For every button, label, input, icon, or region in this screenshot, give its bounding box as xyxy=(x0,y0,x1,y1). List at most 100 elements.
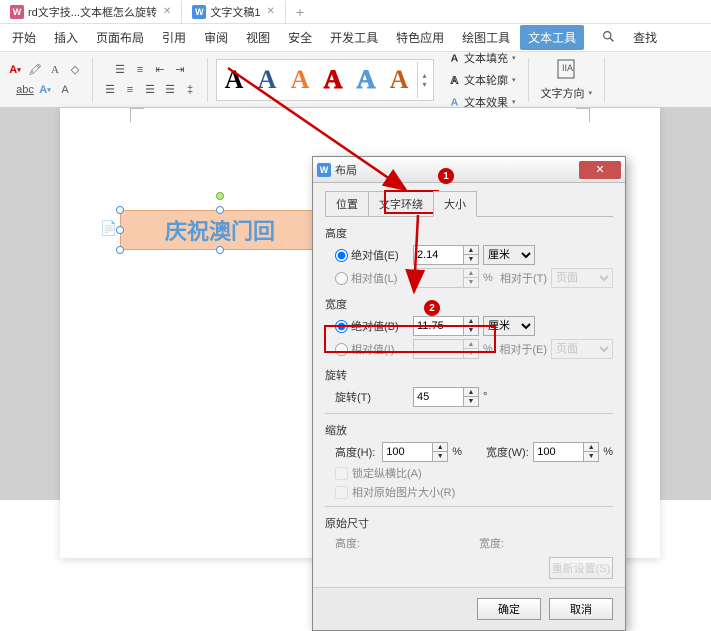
rel-orig-checkbox xyxy=(335,486,348,499)
text-fill-btn[interactable]: A文本填充 xyxy=(444,48,520,68)
close-button[interactable]: ✕ xyxy=(579,161,621,179)
ribbon: A▾ 🖍 A ◇ abc A▾ A ☰ ≡ ⇤ ⇥ ☰ ≡ ☰ ☰ ‡ A A … xyxy=(0,52,711,108)
menu-draw[interactable]: 绘图工具 xyxy=(454,25,518,50)
wordart-style-4[interactable]: A xyxy=(318,62,348,98)
height-spinner[interactable]: ▲▼ xyxy=(413,245,479,265)
width-unit-select[interactable]: 厘米 xyxy=(483,316,535,336)
add-tab-button[interactable]: + xyxy=(286,4,314,20)
svg-text:A: A xyxy=(451,52,459,64)
font-btn[interactable]: A xyxy=(46,61,64,79)
doc-icon: W xyxy=(192,5,206,19)
line-spacing-btn[interactable]: ‡ xyxy=(181,81,199,99)
align-justify-btn[interactable]: ☰ xyxy=(161,81,179,99)
abs-width-radio[interactable]: 绝对值(B) xyxy=(335,318,409,334)
menu-layout[interactable]: 页面布局 xyxy=(88,25,152,50)
close-icon[interactable]: ✕ xyxy=(163,6,171,17)
rel-to-select: 页面 xyxy=(551,268,613,288)
underline-btn[interactable]: abc xyxy=(16,81,34,99)
orig-w-label: 宽度: xyxy=(479,535,504,551)
rel-to-label: 相对于(E) xyxy=(499,341,547,357)
scale-group-label: 缩放 xyxy=(325,422,613,438)
wordart-style-6[interactable]: A xyxy=(384,62,414,98)
svg-text:A: A xyxy=(451,96,459,108)
number-btn[interactable]: ≡ xyxy=(131,61,149,79)
lock-ratio-label: 锁定纵横比(A) xyxy=(352,465,422,481)
menu-review[interactable]: 审阅 xyxy=(196,25,236,50)
reset-button: 重新设置(S) xyxy=(549,557,613,579)
font-color-btn[interactable]: A▾ xyxy=(6,61,24,79)
highlight-btn[interactable]: 🖍 xyxy=(26,61,44,79)
wordart-style-5[interactable]: A xyxy=(351,62,381,98)
menu-text-tools[interactable]: 文本工具 xyxy=(520,25,584,50)
document-tabs: W rd文字技...文本框怎么旋转 ✕ W 文字文稿1 ✕ + xyxy=(0,0,711,24)
menu-special[interactable]: 特色应用 xyxy=(388,25,452,50)
menu-view[interactable]: 视图 xyxy=(238,25,278,50)
doc-tab-2[interactable]: W 文字文稿1 ✕ xyxy=(182,1,286,23)
anchor-icon: 📄 xyxy=(100,220,117,237)
highlight2-btn[interactable]: A▾ xyxy=(36,81,54,99)
scale-w-spinner[interactable]: ▲▼ xyxy=(533,442,599,462)
height-group-label: 高度 xyxy=(325,225,613,241)
resize-handle[interactable] xyxy=(116,226,124,234)
align-center-btn[interactable]: ≡ xyxy=(121,81,139,99)
wordart-style-2[interactable]: A xyxy=(252,62,282,98)
cancel-button[interactable]: 取消 xyxy=(549,598,613,620)
wordart-style-1[interactable]: A xyxy=(219,62,249,98)
resize-handle[interactable] xyxy=(216,246,224,254)
scale-h-spinner[interactable]: ▲▼ xyxy=(382,442,448,462)
search-icon[interactable] xyxy=(594,26,623,50)
resize-handle[interactable] xyxy=(216,206,224,214)
svg-text:IIA: IIA xyxy=(562,63,573,73)
rotate-handle[interactable] xyxy=(216,192,224,200)
rel-width-radio[interactable]: 相对值(I) xyxy=(335,341,409,357)
close-icon[interactable]: ✕ xyxy=(266,6,274,17)
rel-orig-label: 相对原始图片大小(R) xyxy=(352,484,455,500)
indent-inc-btn[interactable]: ⇥ xyxy=(171,61,189,79)
wordart-gallery[interactable]: A A A A A A ▴▾ xyxy=(216,59,434,101)
width-spinner[interactable]: ▲▼ xyxy=(413,316,479,336)
rotate-spinner[interactable]: ▲▼ xyxy=(413,387,479,407)
rel-height-radio[interactable]: 相对值(L) xyxy=(335,270,409,286)
menu-ref[interactable]: 引用 xyxy=(154,25,194,50)
align-left-btn[interactable]: ☰ xyxy=(101,81,119,99)
resize-handle[interactable] xyxy=(116,246,124,254)
indent-dec-btn[interactable]: ⇤ xyxy=(151,61,169,79)
menu-security[interactable]: 安全 xyxy=(280,25,320,50)
rotate-label: 旋转(T) xyxy=(335,389,409,405)
bullet-btn[interactable]: ☰ xyxy=(111,61,129,79)
rotate-group-label: 旋转 xyxy=(325,367,613,383)
textbox[interactable]: 庆祝澳门回 xyxy=(120,210,320,250)
abs-height-radio[interactable]: 绝对值(E) xyxy=(335,247,409,263)
textbox-selection[interactable]: 庆祝澳门回 xyxy=(120,210,320,250)
doc-tab-1[interactable]: W rd文字技...文本框怎么旋转 ✕ xyxy=(0,1,182,23)
annotation-badge-1: 1 xyxy=(438,168,454,184)
rel-width-spinner: ▲▼ xyxy=(413,339,479,359)
doc-icon: W xyxy=(10,5,24,19)
tab-wrap[interactable]: 文字环绕 xyxy=(368,191,434,216)
text-direction-btn[interactable]: 文字方向 xyxy=(537,83,597,103)
wordart-more-btn[interactable]: ▴▾ xyxy=(417,62,431,98)
tab-size[interactable]: 大小 xyxy=(433,191,477,217)
height-unit-select[interactable]: 厘米 xyxy=(483,245,535,265)
menu-start[interactable]: 开始 xyxy=(4,25,44,50)
scale-w-label: 宽度(W): xyxy=(486,444,529,460)
search-label[interactable]: 查找 xyxy=(625,25,665,50)
resize-handle[interactable] xyxy=(116,206,124,214)
margin-mark xyxy=(130,108,144,122)
dialog-titlebar[interactable]: W 布局 ✕ xyxy=(313,157,625,183)
tab-position[interactable]: 位置 xyxy=(325,191,369,216)
menu-insert[interactable]: 插入 xyxy=(46,25,86,50)
margin-mark xyxy=(576,108,590,122)
clear-format-btn[interactable]: ◇ xyxy=(66,61,84,79)
ok-button[interactable]: 确定 xyxy=(477,598,541,620)
menu-bar: 开始 插入 页面布局 引用 审阅 视图 安全 开发工具 特色应用 绘图工具 文本… xyxy=(0,24,711,52)
doc-tab-label: rd文字技...文本框怎么旋转 xyxy=(28,4,157,20)
menu-dev[interactable]: 开发工具 xyxy=(322,25,386,50)
align-right-btn[interactable]: ☰ xyxy=(141,81,159,99)
text-outline-btn[interactable]: A文本轮廓 xyxy=(444,70,520,90)
wordart-style-3[interactable]: A xyxy=(285,62,315,98)
svg-text:A: A xyxy=(451,74,459,86)
font-grow-btn[interactable]: A xyxy=(56,81,74,99)
width-group-label: 宽度 xyxy=(325,296,613,312)
doc-tab-label: 文字文稿1 xyxy=(210,4,260,20)
